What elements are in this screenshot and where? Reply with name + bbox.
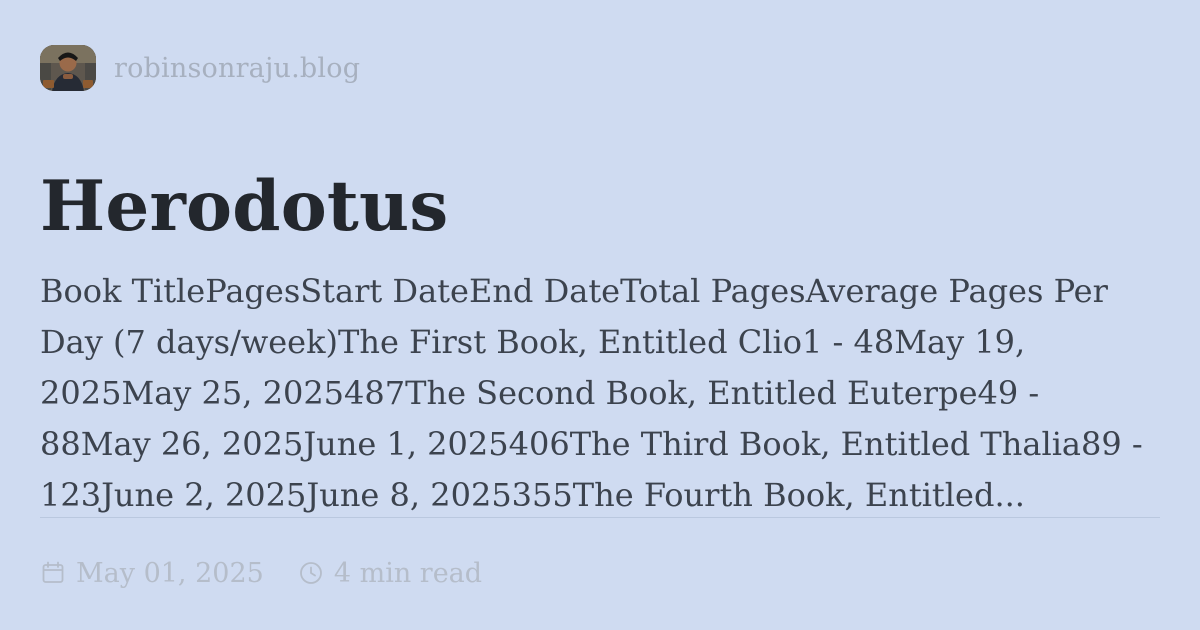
page-title: Herodotus <box>40 166 449 248</box>
post-date-text: May 01, 2025 <box>76 557 264 589</box>
avatar-image <box>40 45 96 91</box>
post-meta: May 01, 2025 4 min read <box>40 556 482 590</box>
reading-time-text: 4 min read <box>333 557 483 589</box>
divider <box>40 517 1160 518</box>
clock-icon <box>299 562 322 584</box>
reading-time: 4 min read <box>298 558 482 589</box>
post-excerpt: Book TitlePagesStart DateEnd DateTotal P… <box>40 272 1143 514</box>
site-header[interactable]: robinsonraju.blog <box>40 44 1160 92</box>
calendar-icon <box>42 561 64 583</box>
post-date: May 01, 2025 <box>40 558 264 589</box>
social-preview-card: robinsonraju.blog Herodotus Book TitlePa… <box>40 44 1160 604</box>
avatar[interactable] <box>40 45 96 91</box>
site-name[interactable]: robinsonraju.blog <box>114 53 360 84</box>
